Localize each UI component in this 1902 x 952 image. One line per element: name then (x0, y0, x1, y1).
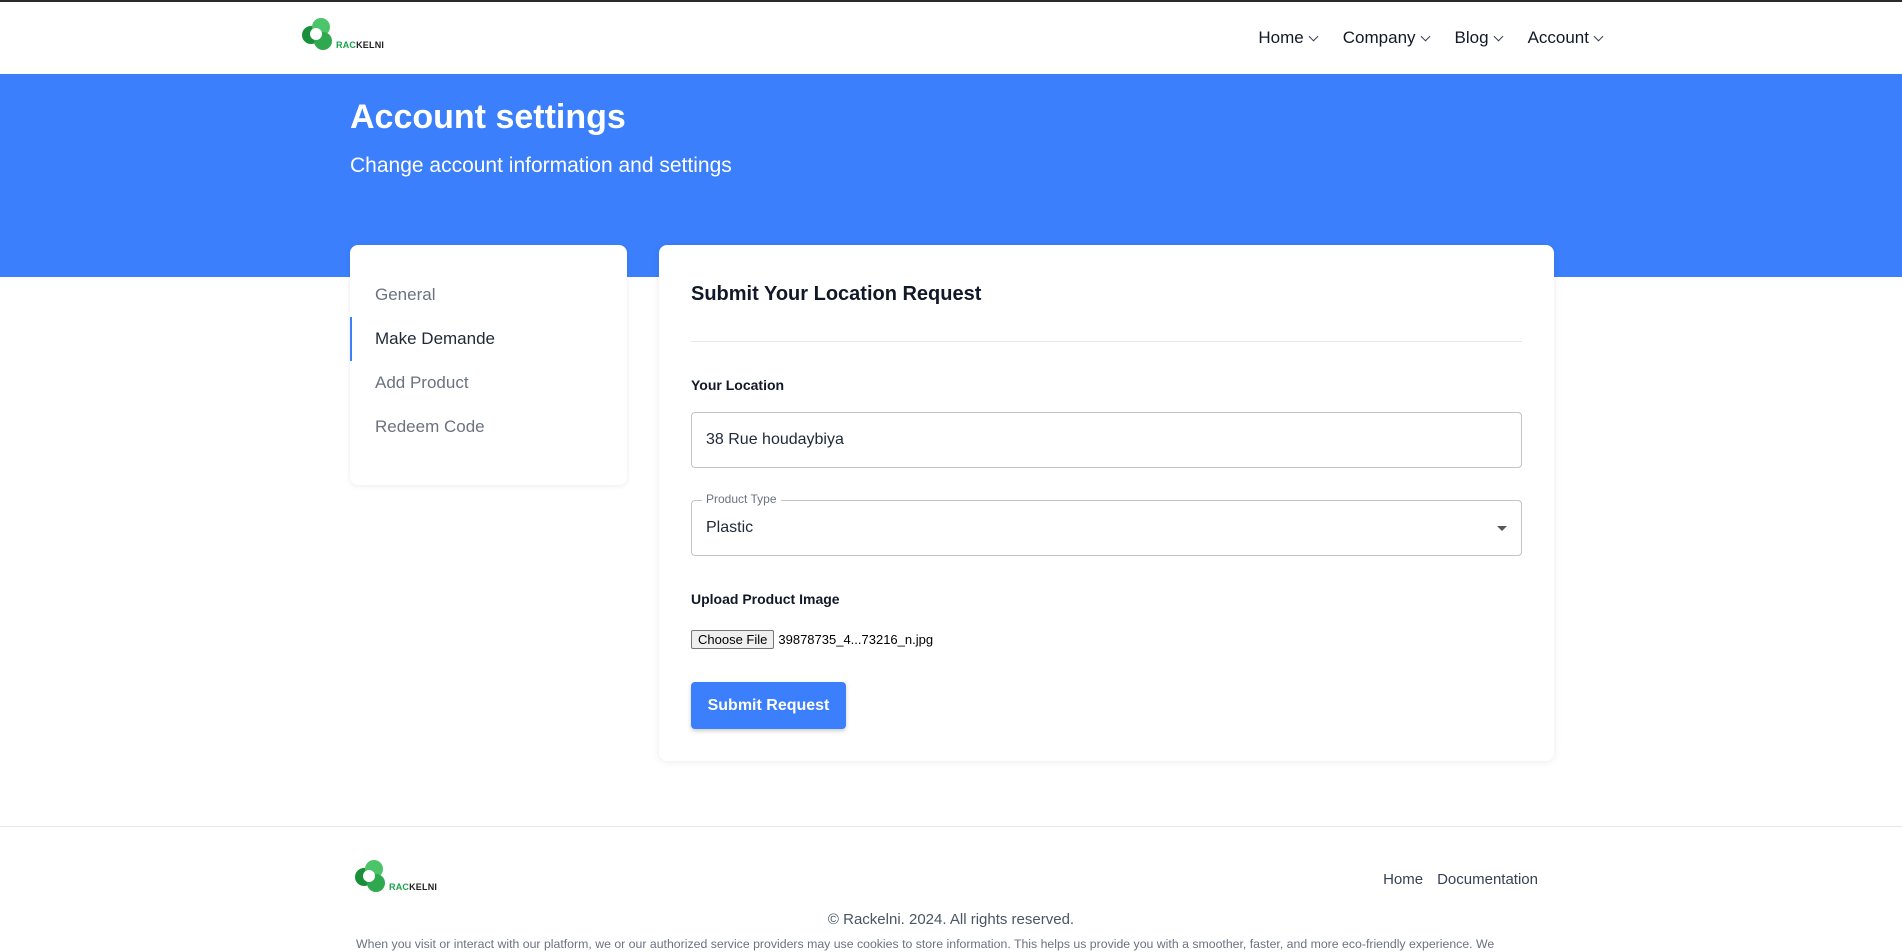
chevron-down-icon (1420, 31, 1430, 41)
footer-link-documentation[interactable]: Documentation (1437, 871, 1538, 888)
choose-file-button[interactable]: Choose File (691, 630, 775, 649)
file-upload: Choose File 39878735_4...73216_n.jpg (691, 630, 933, 649)
sidebar-item-label: Add Product (375, 373, 469, 392)
footer-logo[interactable]: RACKELNI (353, 860, 437, 894)
recycle-logo-icon (300, 18, 334, 52)
sidebar-item-label: Redeem Code (375, 417, 485, 436)
nav-company-label: Company (1342, 28, 1416, 47)
nav-home-label: Home (1258, 28, 1304, 47)
location-request-card: Submit Your Location Request Your Locati… (659, 245, 1554, 761)
location-label: Your Location (691, 377, 785, 393)
product-type-label: Product Type (702, 492, 781, 506)
nav-blog[interactable]: Blog (1454, 28, 1504, 48)
settings-sidebar: General Make Demande Add Product Redeem … (350, 245, 627, 485)
product-type-select[interactable]: Product Type Plastic (691, 492, 1522, 556)
brand-wordmark: RACKELNI (389, 882, 438, 892)
caret-down-icon (1497, 526, 1507, 531)
sidebar-item-label: Make Demande (375, 329, 496, 348)
page-title: Account settings (350, 98, 626, 136)
upload-label: Upload Product Image (691, 591, 840, 607)
brand-logo[interactable]: RACKELNI (300, 18, 384, 52)
chevron-down-icon (1593, 31, 1604, 41)
top-navbar: RACKELNI Home Company Blog Account (0, 2, 1902, 74)
page-subtitle: Change account information and settings (350, 154, 732, 177)
sidebar-item-add-product[interactable]: Add Product (350, 361, 627, 405)
divider (691, 341, 1522, 342)
recycle-logo-icon (353, 860, 387, 894)
sidebar-item-make-demande[interactable]: Make Demande (350, 317, 627, 361)
sidebar-item-redeem-code[interactable]: Redeem Code (350, 405, 627, 449)
main-nav: Home Company Blog Account (1258, 2, 1604, 74)
location-input[interactable] (691, 412, 1522, 468)
chevron-down-icon (1493, 31, 1504, 41)
product-type-value: Plastic (706, 519, 754, 536)
nav-account-label: Account (1527, 28, 1589, 47)
nav-company[interactable]: Company (1342, 28, 1430, 48)
chevron-down-icon (1308, 31, 1319, 41)
cookie-notice: When you visit or interact with our plat… (356, 937, 1495, 951)
nav-home[interactable]: Home (1258, 28, 1319, 48)
footer-divider (0, 826, 1902, 827)
selected-file-name: 39878735_4...73216_n.jpg (778, 632, 934, 647)
form-title: Submit Your Location Request (691, 283, 982, 305)
submit-request-button[interactable]: Submit Request (691, 682, 846, 729)
footer-links: Home Documentation (1383, 871, 1538, 888)
footer-link-home[interactable]: Home (1383, 871, 1423, 888)
copyright-text: © Rackelni. 2024. All rights reserved. (827, 911, 1075, 928)
sidebar-item-label: General (375, 285, 436, 304)
sidebar-item-general[interactable]: General (350, 273, 627, 317)
nav-blog-label: Blog (1454, 28, 1489, 47)
nav-account[interactable]: Account (1527, 28, 1604, 48)
brand-wordmark: RACKELNI (336, 40, 385, 50)
